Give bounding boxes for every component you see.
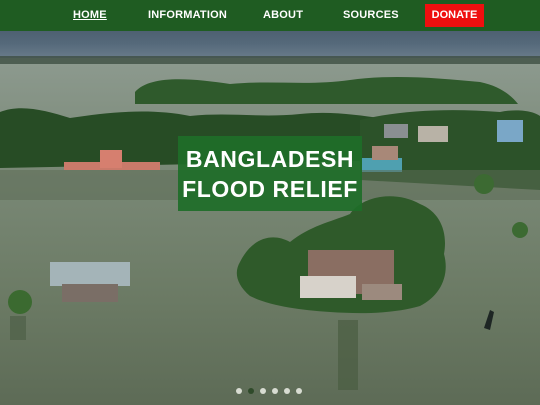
top-navigation: HOME INFORMATION ABOUT SOURCES DONATE: [0, 0, 540, 31]
nav-about[interactable]: ABOUT: [263, 0, 303, 31]
carousel-dot[interactable]: [236, 388, 242, 394]
donate-button[interactable]: DONATE: [425, 4, 484, 27]
nav-home[interactable]: HOME: [73, 0, 107, 31]
hero-title-line1: BANGLADESH: [185, 145, 355, 172]
hero-title-box: BANGLADESH FLOOD RELIEF: [178, 136, 362, 211]
nav-information[interactable]: INFORMATION: [148, 0, 227, 31]
carousel-dot[interactable]: [272, 388, 278, 394]
hero-title-line2: FLOOD RELIEF: [182, 175, 358, 202]
carousel-dots: [236, 388, 302, 394]
carousel-dot[interactable]: [296, 388, 302, 394]
carousel-dot[interactable]: [284, 388, 290, 394]
nav-sources[interactable]: SOURCES: [343, 0, 399, 31]
carousel-dot[interactable]: [248, 388, 254, 394]
carousel-dot[interactable]: [260, 388, 266, 394]
